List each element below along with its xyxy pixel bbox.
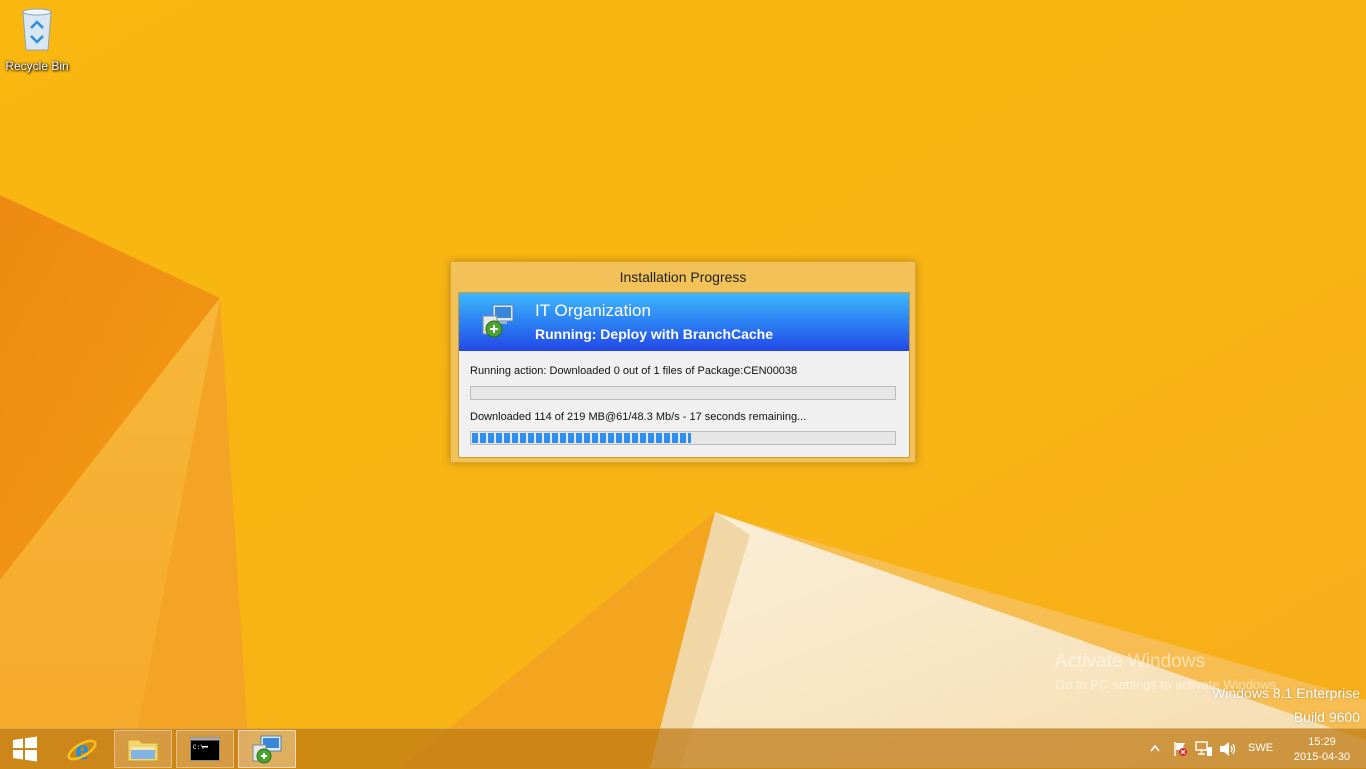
clock-date: 2015-04-30 <box>1293 751 1351 763</box>
clock-time: 15:29 <box>1308 736 1336 748</box>
windows-build: Build 9600 <box>1293 709 1360 725</box>
download-progress-fill <box>472 433 691 443</box>
taskbar-internet-explorer[interactable]: e <box>53 730 111 768</box>
windows-edition: Windows 8.1 Enterprise <box>1212 685 1360 701</box>
organization-name: IT Organization <box>535 301 651 320</box>
clock[interactable]: 15:29 2015-04-30 <box>1282 735 1362 765</box>
running-deployment-title: Running: Deploy with BranchCache <box>535 326 774 342</box>
network-icon[interactable] <box>1195 741 1213 757</box>
windows-logo-icon <box>13 736 37 762</box>
progress-content: IT Organization Running: Deploy with Bra… <box>458 292 910 458</box>
installer-icon <box>252 735 282 764</box>
activate-windows-title: Activate Windows <box>1055 651 1205 672</box>
action-center-flag-icon[interactable] <box>1172 741 1188 757</box>
folder-icon <box>127 739 159 762</box>
taskbar: e C:\ SWE 15:29 2015-04-30 <box>0 728 1366 769</box>
installation-progress-window[interactable]: Installation Progress IT Organization Ru… <box>450 261 916 463</box>
taskbar-file-explorer[interactable] <box>114 730 172 768</box>
volume-icon[interactable] <box>1219 741 1237 757</box>
recycle-bin-label: Recycle Bin <box>5 59 69 73</box>
download-progress-bar <box>470 431 896 445</box>
svg-text:e: e <box>75 733 88 765</box>
recycle-bin-icon <box>22 8 52 51</box>
ie-icon: e <box>67 733 97 765</box>
input-language-indicator[interactable]: SWE <box>1248 742 1273 754</box>
action-status-text: Running action: Downloaded 0 out of 1 fi… <box>470 365 798 377</box>
taskbar-command-prompt[interactable]: C:\ <box>176 730 234 768</box>
cmd-icon: C:\ <box>190 737 220 761</box>
recycle-bin-shortcut[interactable]: Recycle Bin <box>4 6 70 73</box>
start-button[interactable] <box>0 730 50 768</box>
show-hidden-icons-chevron-icon[interactable] <box>1150 744 1160 752</box>
header-banner: IT Organization Running: Deploy with Bra… <box>459 293 909 351</box>
download-status-text: Downloaded 114 of 219 MB@61/48.3 Mb/s - … <box>470 411 807 423</box>
software-center-icon <box>482 304 514 338</box>
window-title: Installation Progress <box>619 269 747 285</box>
taskbar-software-center[interactable] <box>238 730 296 768</box>
action-progress-bar <box>470 386 896 400</box>
